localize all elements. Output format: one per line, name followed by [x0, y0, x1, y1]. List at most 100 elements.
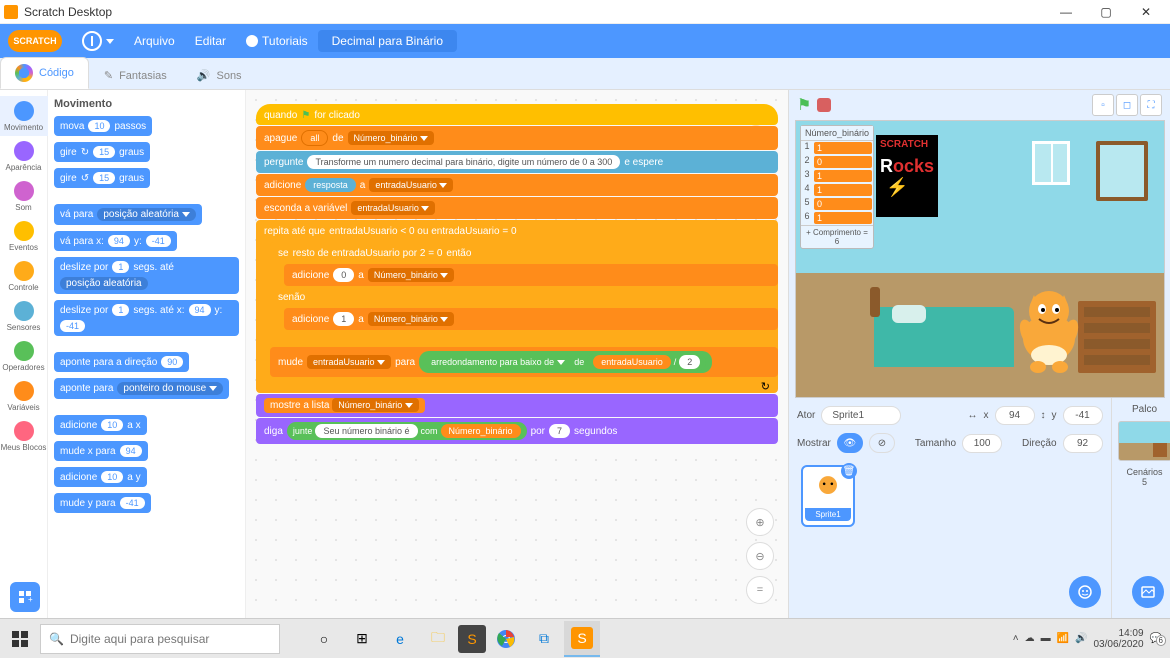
taskbar-search[interactable]: 🔍Digite aqui para pesquisar — [40, 624, 280, 654]
category-operadores[interactable]: Operadores — [0, 336, 48, 376]
project-name[interactable]: Decimal para Binário — [318, 30, 457, 52]
globe-icon — [82, 31, 102, 51]
sprite-card[interactable]: 🗑 Sprite1 — [801, 465, 855, 527]
clock[interactable]: 14:0903/06/2020 — [1093, 628, 1143, 650]
tab-code[interactable]: Código — [0, 57, 89, 89]
onedrive-icon[interactable]: ☁ — [1025, 633, 1035, 644]
tab-sounds[interactable]: 🔊Sons — [182, 62, 257, 89]
scratch-logo[interactable]: SCRATCH — [8, 30, 62, 52]
app-icon — [4, 5, 18, 19]
vscode-icon[interactable]: ⧉ — [526, 621, 562, 657]
stage-thumbnail[interactable] — [1118, 421, 1170, 461]
sprite-name-input[interactable]: Sprite1 — [821, 406, 901, 425]
sounds-icon: 🔊 — [197, 69, 211, 82]
sprite-cat[interactable] — [1004, 283, 1094, 383]
language-menu[interactable] — [72, 24, 124, 58]
tray-up-icon[interactable]: ˄ — [1013, 633, 1019, 644]
edge-icon[interactable]: e — [382, 621, 418, 657]
list-row: 20 — [801, 155, 873, 169]
start-button[interactable] — [0, 619, 40, 659]
block-hide-var[interactable]: esconda a variávelentradaUsuario — [256, 197, 778, 219]
block-repeat-until[interactable]: repita até que entradaUsuario < 0 ou ent… — [256, 220, 778, 393]
list-row: 50 — [801, 197, 873, 211]
tab-costumes[interactable]: ✎Fantasias — [89, 62, 182, 89]
block-show-list[interactable]: mostre a lista Número_binário — [256, 394, 778, 417]
zoom-in-button[interactable]: ⊕ — [746, 508, 774, 536]
windows-taskbar: 🔍Digite aqui para pesquisar ○ ⊞ e 🗀 S ⧉ … — [0, 618, 1170, 658]
add-extension-button[interactable]: + — [10, 582, 40, 612]
stop-button[interactable] — [817, 98, 831, 112]
block-goto[interactable]: vá paraposição aleatória — [54, 204, 202, 225]
script-workspace[interactable]: quando ⚑ for clicado apaguealldeNúmero_b… — [246, 90, 788, 618]
volume-icon[interactable]: 🔊 — [1075, 633, 1087, 644]
sprite-size-input[interactable]: 100 — [962, 434, 1002, 453]
block-glide[interactable]: deslize por1segs. atéposição aleatória — [54, 257, 239, 294]
block-turn-ccw[interactable]: gire↺15graus — [54, 168, 150, 188]
task-view-button[interactable]: ⊞ — [344, 621, 380, 657]
block-goto-xy[interactable]: vá para x:94y:-41 — [54, 231, 177, 251]
block-palette[interactable]: Movimento mova10passos gire↻15graus gire… — [48, 90, 246, 618]
add-sprite-button[interactable] — [1069, 576, 1101, 608]
maximize-button[interactable]: ▢ — [1086, 0, 1126, 24]
chrome-icon[interactable] — [488, 621, 524, 657]
block-set-var[interactable]: mudeentradaUsuario para arredondamento p… — [270, 347, 778, 377]
stage-header: ⚑ ▫ ◻ ⛶ — [789, 90, 1170, 120]
block-add-y[interactable]: adicione10a y — [54, 467, 147, 487]
green-flag-button[interactable]: ⚑ — [797, 95, 811, 115]
sprite-info: Ator Sprite1 ↔x94 ↕y-41 Mostrar 👁 ⊘ Tama… — [789, 398, 1111, 618]
cortana-button[interactable]: ○ — [306, 621, 342, 657]
hide-sprite-button[interactable]: ⊘ — [869, 433, 895, 453]
block-add-1[interactable]: adicione1aNúmero_binário — [284, 308, 778, 330]
close-button[interactable]: ✕ — [1126, 0, 1166, 24]
block-when-flag[interactable]: quando ⚑ for clicado — [256, 104, 778, 125]
sprite-x-input[interactable]: 94 — [995, 406, 1035, 425]
category-som[interactable]: Som — [0, 176, 48, 216]
stage-small-button[interactable]: ▫ — [1092, 94, 1114, 116]
category-variáveis[interactable]: Variáveis — [0, 376, 48, 416]
delete-sprite-button[interactable]: 🗑 — [841, 463, 857, 479]
stage-large-button[interactable]: ◻ — [1116, 94, 1138, 116]
category-aparência[interactable]: Aparência — [0, 136, 48, 176]
block-turn-cw[interactable]: gire↻15graus — [54, 142, 150, 162]
notifications-button[interactable]: 💬6 — [1150, 633, 1162, 644]
stage[interactable]: Número_binário 112031415061 + Compriment… — [795, 120, 1165, 398]
block-if-else[interactable]: se resto de entradaUsuario por 2 = 0 ent… — [270, 242, 778, 346]
show-sprite-button[interactable]: 👁 — [837, 433, 863, 453]
block-delete-all[interactable]: apaguealldeNúmero_binário — [256, 126, 778, 150]
category-meus blocos[interactable]: Meus Blocos — [0, 416, 48, 456]
sprite-y-input[interactable]: -41 — [1063, 406, 1103, 425]
edit-menu[interactable]: Editar — [185, 24, 236, 58]
list-row: 61 — [801, 211, 873, 225]
block-set-y[interactable]: mude y para-41 — [54, 493, 151, 513]
block-add-0[interactable]: adicione0aNúmero_binário — [284, 264, 778, 286]
block-set-x[interactable]: mude x para94 — [54, 441, 148, 461]
sprite-dir-input[interactable]: 92 — [1063, 434, 1103, 453]
block-point-to[interactable]: aponte paraponteiro do mouse — [54, 378, 229, 399]
block-add-x[interactable]: adicione10a x — [54, 415, 147, 435]
block-glide-xy[interactable]: deslize por1segs. até x:94y:-41 — [54, 300, 239, 336]
add-backdrop-button[interactable] — [1132, 576, 1164, 608]
editor-tabs: Código ✎Fantasias 🔊Sons — [0, 58, 1170, 90]
tutorials-menu[interactable]: Tutoriais — [236, 24, 318, 58]
block-say[interactable]: diga junte Seu número binário é com Núme… — [256, 418, 778, 444]
zoom-out-button[interactable]: ⊖ — [746, 542, 774, 570]
scratch-taskbar-icon[interactable]: S — [564, 621, 600, 657]
block-point-dir[interactable]: aponte para a direção90 — [54, 352, 189, 372]
minimize-button[interactable]: — — [1046, 0, 1086, 24]
stage-full-button[interactable]: ⛶ — [1140, 94, 1162, 116]
block-stack[interactable]: quando ⚑ for clicado apaguealldeNúmero_b… — [256, 104, 778, 444]
wifi-icon[interactable]: 📶 — [1057, 633, 1069, 644]
list-monitor[interactable]: Número_binário 112031415061 + Compriment… — [800, 125, 874, 249]
sublime-icon[interactable]: S — [458, 625, 486, 653]
category-eventos[interactable]: Eventos — [0, 216, 48, 256]
zoom-reset-button[interactable]: = — [746, 576, 774, 604]
category-movimento[interactable]: Movimento — [0, 96, 48, 136]
block-move-steps[interactable]: mova10passos — [54, 116, 152, 136]
explorer-icon[interactable]: 🗀 — [420, 621, 456, 657]
block-ask[interactable]: pergunteTransforme um numero decimal par… — [256, 151, 778, 173]
category-sensores[interactable]: Sensores — [0, 296, 48, 336]
file-menu[interactable]: Arquivo — [124, 24, 185, 58]
block-add-answer[interactable]: adicionerespostaaentradaUsuario — [256, 174, 778, 196]
category-controle[interactable]: Controle — [0, 256, 48, 296]
battery-icon[interactable]: ▬ — [1041, 633, 1051, 644]
